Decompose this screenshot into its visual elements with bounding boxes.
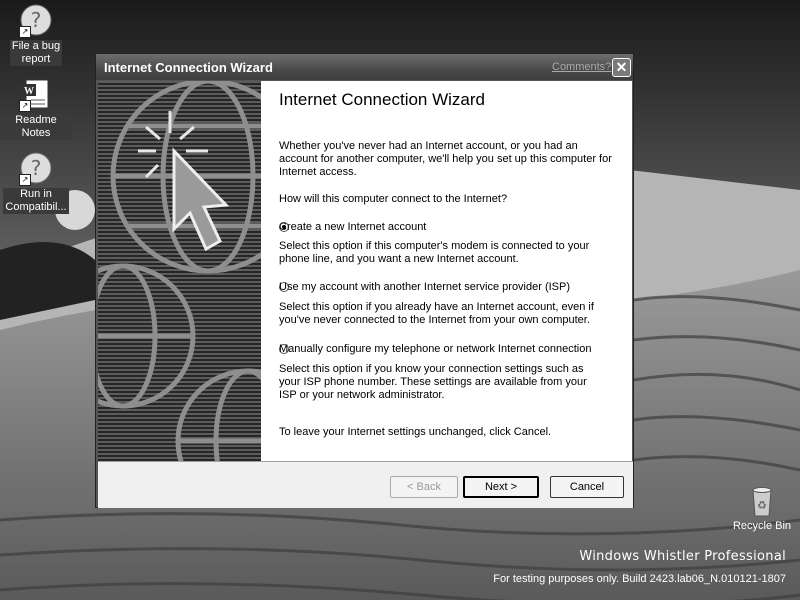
os-build-string: For testing purposes only. Build 2423.la…	[493, 573, 786, 585]
cancel-button[interactable]: Cancel	[550, 476, 624, 498]
internet-connection-wizard-window: Internet Connection Wizard Comments? ✕ I…	[95, 53, 634, 508]
globe-cursor-graphic	[98, 81, 261, 461]
option-label-use-existing-isp[interactable]: Use my account with another Internet ser…	[279, 281, 570, 294]
desktop-icon-file-a-bug[interactable]: ? ↗ File a bug report	[0, 4, 72, 66]
desktop-icon-recycle-bin[interactable]: ♻ Recycle Bin	[726, 484, 798, 533]
desktop-icon-label: File a bug report	[9, 40, 63, 66]
close-button[interactable]: ✕	[612, 58, 631, 77]
option-label-create-new-account[interactable]: Create a new Internet account	[279, 221, 426, 234]
wizard-side-graphic	[98, 81, 261, 461]
help-icon: ? ↗	[19, 4, 53, 38]
connection-question: How will this computer connect to the In…	[279, 193, 508, 205]
svg-text:W: W	[24, 86, 34, 97]
desktop-icon-run-in-compatibility[interactable]: ? ↗ Run in Compatibil...	[0, 152, 72, 214]
window-title: Internet Connection Wizard	[104, 60, 273, 75]
option-description: Select this option if this computer's mo…	[279, 240, 590, 265]
desktop-icon-readme-notes[interactable]: W ↗ Readme Notes	[0, 78, 72, 140]
footer-note: To leave your Internet settings unchange…	[279, 426, 552, 438]
title-bar[interactable]: Internet Connection Wizard Comments? ✕	[96, 54, 633, 80]
close-icon: ✕	[615, 59, 628, 75]
comments-link[interactable]: Comments?	[552, 61, 611, 73]
next-button[interactable]: Next >	[463, 476, 539, 498]
shortcut-arrow-icon: ↗	[19, 100, 31, 112]
document-icon: W ↗	[19, 78, 53, 112]
desktop-icon-label: Recycle Bin	[732, 520, 792, 532]
wizard-button-bar: < Back Next > Cancel	[98, 461, 633, 508]
svg-text:?: ?	[31, 156, 42, 180]
wizard-heading: Internet Connection Wizard	[279, 90, 485, 109]
option-label-manual-configure[interactable]: Manually configure my telephone or netwo…	[279, 343, 591, 356]
desktop-icon-label: Run in Compatibil...	[3, 188, 69, 214]
recycle-bin-icon: ♻	[745, 484, 779, 518]
desktop-icon-label: Readme Notes	[0, 114, 72, 140]
back-button[interactable]: < Back	[390, 476, 458, 498]
option-description: Select this option if you already have a…	[279, 301, 594, 326]
wizard-content: Internet Connection Wizard Whether you'v…	[261, 81, 632, 461]
help-icon: ? ↗	[19, 152, 53, 186]
shortcut-arrow-icon: ↗	[19, 174, 31, 186]
shortcut-arrow-icon: ↗	[19, 26, 31, 38]
svg-text:?: ?	[31, 8, 42, 32]
option-description: Select this option if you know your conn…	[279, 363, 587, 401]
svg-text:♻: ♻	[757, 499, 767, 512]
os-branding-title: Windows Whistler Professional	[579, 549, 786, 564]
intro-text: Whether you've never had an Internet acc…	[279, 140, 612, 178]
